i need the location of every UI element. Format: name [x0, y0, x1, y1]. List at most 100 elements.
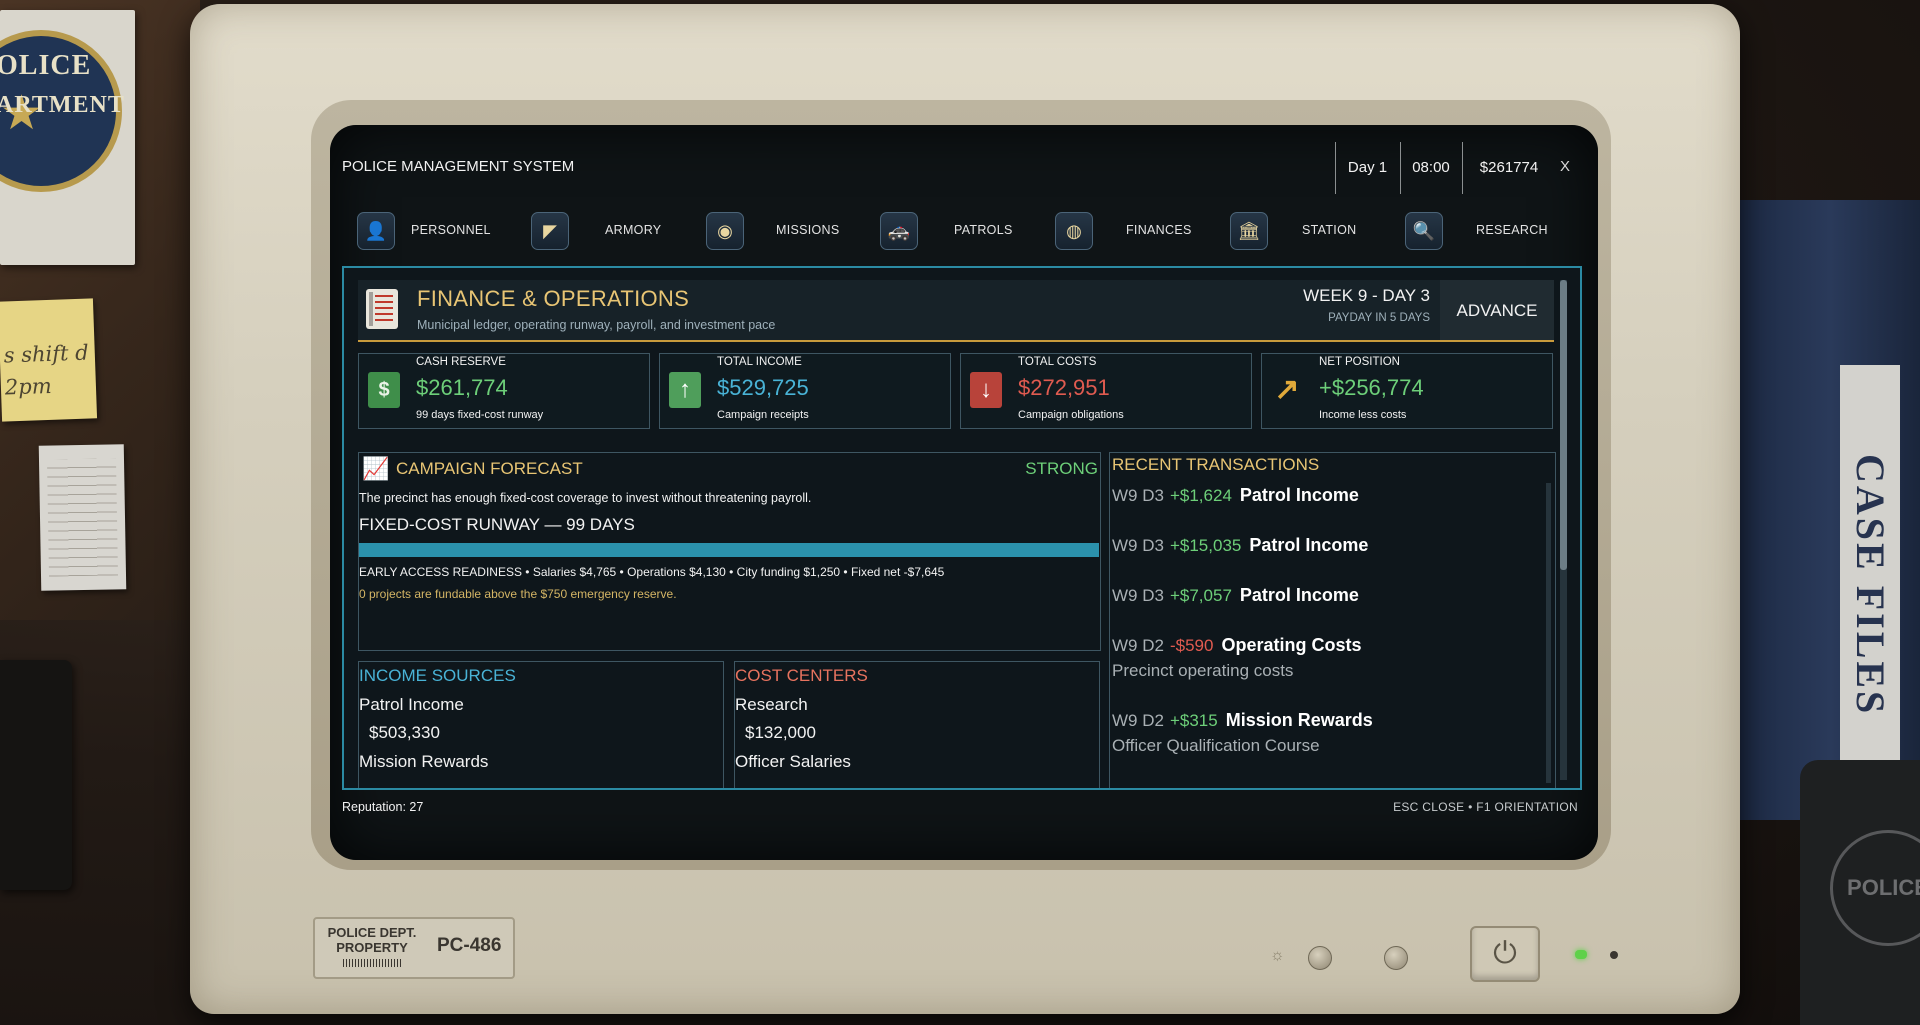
readiness-detail: EARLY ACCESS READINESS • Salaries $4,765…: [359, 565, 945, 579]
transaction-amount: +$315: [1169, 711, 1218, 730]
income-item-name: Mission Rewards: [359, 752, 489, 771]
time-indicator: 08:00: [1400, 142, 1461, 194]
runway-progress-fill: [359, 543, 1099, 557]
arrow-up-icon: ↑: [669, 372, 701, 408]
income-item-value: $503,330: [369, 723, 440, 742]
card-sub: 99 days fixed-cost runway: [416, 409, 544, 421]
nav-label: RESEARCH: [1476, 223, 1548, 237]
card-value: $272,951: [1018, 375, 1110, 400]
power-button[interactable]: ⏻: [1470, 926, 1540, 982]
income-title: INCOME SOURCES: [359, 666, 516, 685]
coin-icon: ◍: [1055, 212, 1093, 250]
transaction-date: W9 D3: [1112, 536, 1164, 555]
runway-label: FIXED-COST RUNWAY — 99 DAYS: [359, 515, 635, 534]
transaction-row: W9 D2 -$590 Operating Costs: [1112, 635, 1361, 656]
chart-icon: 📈: [362, 456, 390, 481]
nav-label: STATION: [1302, 223, 1357, 237]
transactions-scrollbar[interactable]: [1546, 483, 1551, 783]
transaction-date: W9 D3: [1112, 486, 1164, 505]
main-nav: 👤 PERSONNEL ◤ ARMORY ◉ MISSIONS 🚓 PATROL…: [350, 206, 1588, 256]
net-position-card: ↗ NET POSITION +$256,774 Income less cos…: [1261, 353, 1553, 429]
forecast-status: STRONG: [1025, 459, 1098, 478]
activity-led: [1610, 951, 1618, 959]
transaction-date: W9 D3: [1112, 586, 1164, 605]
nav-label: MISSIONS: [776, 223, 840, 237]
patrol-car-icon: 🚓: [880, 212, 918, 250]
runway-progress-bar: [359, 543, 1099, 557]
page-title: FINANCE & OPERATIONS: [417, 286, 690, 311]
card-value: $529,725: [717, 375, 809, 400]
transaction-row: W9 D2 +$315 Mission Rewards: [1112, 710, 1373, 731]
police-badge-poster: ★ OLICE ARTMENT: [0, 10, 135, 265]
week-day-label: WEEK 9 - DAY 3: [1303, 286, 1430, 305]
card-sub: Campaign receipts: [717, 409, 809, 421]
person-icon: 👤: [357, 212, 395, 250]
poster-text: ARTMENT: [0, 92, 125, 118]
forecast-description: The precinct has enough fixed-cost cover…: [359, 491, 812, 505]
finance-panel: FINANCE & OPERATIONS Municipal ledger, o…: [342, 266, 1582, 790]
ledger-icon: [366, 289, 398, 329]
radio-device: [0, 660, 72, 890]
total-costs-card: ↓ TOTAL COSTS $272,951 Campaign obligati…: [960, 353, 1252, 429]
cost-centers: COST CENTERS Research $132,000 Officer S…: [734, 661, 1100, 788]
poster-text: OLICE: [0, 50, 92, 81]
transaction-amount: +$7,057: [1169, 586, 1232, 605]
power-led: [1575, 950, 1587, 959]
trend-up-icon: ↗: [1274, 373, 1300, 406]
transaction-name: Patrol Income: [1249, 535, 1369, 555]
cost-item-name: Research: [735, 695, 808, 714]
transaction-description: Precinct operating costs: [1112, 661, 1294, 680]
transaction-name: Mission Rewards: [1225, 710, 1373, 730]
card-label: NET POSITION: [1319, 356, 1400, 368]
transaction-row: W9 D3 +$7,057 Patrol Income: [1112, 585, 1359, 606]
power-icon: ⏻: [1493, 937, 1517, 970]
card-value: $261,774: [416, 375, 508, 400]
card-value: +$256,774: [1319, 375, 1424, 400]
income-item-name: Patrol Income: [359, 695, 464, 714]
brightness-knob[interactable]: [1308, 946, 1332, 970]
case-files-binder: CASE FILES: [1740, 200, 1920, 820]
nav-label: FINANCES: [1126, 223, 1192, 237]
transaction-name: Patrol Income: [1239, 585, 1359, 605]
payday-label: PAYDAY IN 5 DAYS: [1328, 312, 1430, 324]
arrow-down-icon: ↓: [970, 372, 1002, 408]
transaction-amount: -$590: [1169, 636, 1214, 655]
transaction-row: W9 D3 +$1,624 Patrol Income: [1112, 485, 1359, 506]
binder-label: CASE FILES: [1840, 365, 1900, 805]
card-label: CASH RESERVE: [416, 356, 506, 368]
cost-item-name: Officer Salaries: [735, 752, 851, 771]
keyboard-hints: ESC CLOSE • F1 ORIENTATION: [1393, 800, 1578, 814]
total-income-card: ↑ TOTAL INCOME $529,725 Campaign receipt…: [659, 353, 951, 429]
transaction-row: W9 D3 +$15,035 Patrol Income: [1112, 535, 1368, 556]
magnifier-icon: 🔍: [1405, 212, 1443, 250]
nav-label: PATROLS: [954, 223, 1013, 237]
recent-transactions: RECENT TRANSACTIONS W9 D3 +$1,624 Patrol I…: [1109, 452, 1556, 788]
cash-reserve-card: $ CASH RESERVE $261,774 99 days fixed-co…: [358, 353, 650, 429]
transaction-description: Officer Qualification Course: [1112, 736, 1320, 755]
fundable-note: 0 projects are fundable above the $750 e…: [359, 587, 677, 601]
costs-title: COST CENTERS: [735, 666, 868, 685]
forecast-title: CAMPAIGN FORECAST: [396, 459, 583, 478]
corkboard: ★ OLICE ARTMENT s shift d 2pm: [0, 0, 200, 620]
finance-header: FINANCE & OPERATIONS Municipal ledger, o…: [358, 280, 1554, 382]
transaction-amount: +$15,035: [1169, 536, 1242, 555]
nav-label: PERSONNEL: [411, 223, 491, 237]
card-label: TOTAL INCOME: [717, 356, 802, 368]
title-bar: POLICE MANAGEMENT SYSTEM Day 1 08:00 $26…: [340, 136, 1588, 196]
transaction-amount: +$1,624: [1169, 486, 1232, 505]
page-subtitle: Municipal ledger, operating runway, payr…: [417, 318, 776, 332]
transaction-date: W9 D2: [1112, 711, 1164, 730]
contrast-knob[interactable]: [1384, 946, 1408, 970]
campaign-forecast: 📈 CAMPAIGN FORECAST STRONG The precinct …: [358, 452, 1101, 651]
coffee-mug: POLICE: [1800, 760, 1920, 1025]
card-sub: Campaign obligations: [1018, 409, 1124, 421]
advance-day-button[interactable]: ADVANCE DAY: [1440, 280, 1554, 382]
card-sub: Income less costs: [1319, 409, 1407, 421]
close-button[interactable]: X: [1560, 158, 1570, 175]
model-label: PC-486: [437, 935, 502, 956]
reputation-label: Reputation: 27: [342, 800, 424, 814]
map-pin-icon: ◉: [706, 212, 744, 250]
window-title: POLICE MANAGEMENT SYSTEM: [342, 158, 575, 175]
panel-scroll-thumb[interactable]: [1560, 280, 1567, 570]
card-label: TOTAL COSTS: [1018, 356, 1097, 368]
